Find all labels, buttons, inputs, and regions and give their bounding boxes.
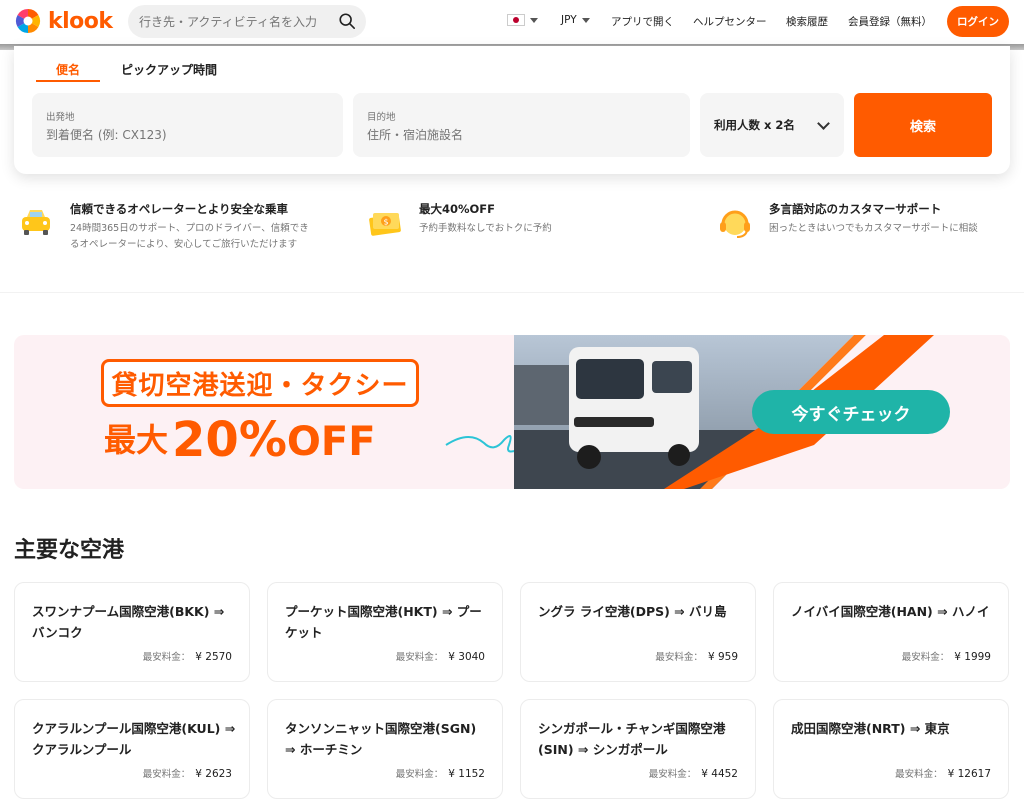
passenger-count: 利用人数 x 2名 — [714, 118, 795, 132]
top-header: klook JPY アプリで開く ヘルプセンター 検索履歴 会員登録（無料） ロ… — [0, 0, 1024, 46]
airport-card[interactable]: 成田国際空港(NRT) ⇒ 東京 最安料金： ¥ 12617 — [773, 699, 1009, 799]
search-icon[interactable] — [338, 12, 356, 30]
promo-banner[interactable]: 貸切空港送迎・タクシー 最大 20% OFF 今すぐチェック — [14, 335, 1010, 489]
price-label: 最安料金： — [895, 769, 943, 780]
login-button[interactable]: ログイン — [947, 6, 1009, 37]
search-button[interactable]: 検索 — [854, 93, 992, 157]
banner-prefix: 最大 — [104, 421, 169, 459]
price-label: 最安料金： — [655, 652, 703, 663]
search-input[interactable] — [139, 14, 329, 29]
airport-route: プーケット国際空港(HKT) ⇒ プーケット — [285, 604, 482, 640]
airport-card[interactable]: ングラ ライ空港(DPS) ⇒ バリ島 最安料金： ¥ 959 — [520, 582, 756, 682]
destination-label: 目的地 — [367, 112, 396, 123]
price-value: ¥ 4452 — [701, 768, 738, 780]
airport-card[interactable]: ノイバイ国際空港(HAN) ⇒ ハノイ 最安料金： ¥ 1999 — [773, 582, 1009, 682]
tab-pickup-time[interactable]: ピックアップ時間 — [121, 61, 217, 78]
search-history-link[interactable]: 検索履歴 — [786, 14, 828, 29]
active-tab-indicator — [36, 80, 100, 82]
transfer-search-card: 便名 ピックアップ時間 出発地 目的地 利用人数 x 2名 検索 — [14, 46, 1010, 174]
feature-description: 24時間365日のサポート、プロのドライバー、信頼できるオペレーターにより、安心… — [70, 223, 309, 250]
japan-flag-icon — [507, 14, 525, 26]
feature-title: 多言語対応のカスタマーサポート — [769, 202, 942, 216]
origin-field[interactable]: 出発地 — [32, 93, 343, 157]
brand-name: klook — [48, 8, 113, 34]
feature-title: 信頼できるオペレーターとより安全な乗車 — [70, 202, 289, 216]
price-value: ¥ 12617 — [947, 768, 991, 780]
destination-field[interactable]: 目的地 — [353, 93, 690, 157]
chevron-down-icon — [581, 17, 590, 23]
language-selector[interactable] — [507, 14, 538, 26]
airport-route: スワンナプーム国際空港(BKK) ⇒ バンコク — [32, 604, 225, 640]
discount-ticket-icon: $ — [369, 213, 401, 236]
price-label: 最安料金： — [395, 652, 444, 663]
price-label: 最安料金： — [901, 652, 950, 663]
airport-card[interactable]: シンガポール・チャンギ国際空港(SIN) ⇒ シンガポール 最安料金： ¥ 445… — [520, 699, 756, 799]
price-value: ¥ 2623 — [195, 768, 232, 780]
headset-icon — [720, 210, 750, 238]
currency-label: JPY — [561, 14, 577, 26]
banner-discount: 最大 20% OFF — [104, 415, 376, 464]
section-title-airports: 主要な空港 — [14, 538, 125, 563]
chevron-down-icon — [530, 17, 538, 23]
car-icon — [22, 210, 50, 235]
airport-card[interactable]: クアラルンプール国際空港(KUL) ⇒ クアラルンプール 最安料金： ¥ 2623 — [14, 699, 250, 799]
banner-headline: 貸切空港送迎・タクシー — [101, 359, 419, 407]
price-value: ¥ 1999 — [954, 651, 991, 663]
site-search[interactable] — [128, 5, 366, 38]
airport-card[interactable]: プーケット国際空港(HKT) ⇒ プーケット 最安料金： ¥ 3040 — [267, 582, 503, 682]
banner-off-label: OFF — [286, 419, 376, 465]
airport-price: 最安料金： ¥ 2623 — [143, 766, 232, 780]
price-value: ¥ 3040 — [448, 651, 485, 663]
airport-price: 最安料金： ¥ 2570 — [143, 649, 232, 663]
price-label: 最安料金： — [142, 652, 191, 663]
feature-title: 最大40%OFF — [419, 202, 496, 216]
airport-route: シンガポール・チャンギ国際空港(SIN) ⇒ シンガポール — [538, 721, 726, 757]
airport-price: 最安料金： ¥ 12617 — [895, 766, 991, 780]
banner-discount-value: 20% — [172, 412, 287, 468]
airport-card[interactable]: スワンナプーム国際空港(BKK) ⇒ バンコク 最安料金： ¥ 2570 — [14, 582, 250, 682]
airport-route: ングラ ライ空港(DPS) ⇒ バリ島 — [538, 604, 727, 619]
svg-text:$: $ — [383, 218, 388, 227]
check-now-button[interactable]: 今すぐチェック — [752, 390, 950, 434]
klook-logo-icon — [15, 8, 41, 33]
section-divider — [0, 292, 1024, 293]
airport-route: 成田国際空港(NRT) ⇒ 東京 — [791, 721, 950, 736]
airport-route: タンソンニャット国際空港(SGN) ⇒ ホーチミン — [285, 721, 477, 757]
klook-logo[interactable]: klook — [14, 7, 113, 35]
airport-price: 最安料金： ¥ 1999 — [902, 649, 991, 663]
chevron-down-icon — [817, 117, 830, 130]
destination-input[interactable] — [367, 128, 676, 142]
airport-card[interactable]: タンソンニャット国際空港(SGN) ⇒ ホーチミン 最安料金： ¥ 1152 — [267, 699, 503, 799]
airport-route: ノイバイ国際空港(HAN) ⇒ ハノイ — [791, 604, 990, 619]
flight-number-input[interactable] — [46, 128, 329, 142]
price-label: 最安料金： — [395, 769, 444, 780]
airport-price: 最安料金： ¥ 3040 — [396, 649, 485, 663]
currency-selector[interactable]: JPY — [561, 14, 590, 26]
feature-description: 困ったときはいつでもカスタマーサポートに相談 — [769, 223, 978, 234]
airport-route: クアラルンプール国際空港(KUL) ⇒ クアラルンプール — [32, 721, 236, 757]
signup-link[interactable]: 会員登録（無料） — [848, 14, 932, 29]
feature-description: 予約手数料なしでおトクに予約 — [419, 223, 552, 234]
price-value: ¥ 959 — [707, 651, 738, 663]
open-in-app-link[interactable]: アプリで開く — [611, 14, 674, 29]
airport-price: 最安料金： ¥ 959 — [655, 649, 738, 663]
origin-label: 出発地 — [46, 112, 75, 123]
airport-price: 最安料金： ¥ 4452 — [649, 766, 738, 780]
price-value: ¥ 2570 — [195, 651, 232, 663]
tab-flight-number[interactable]: 便名 — [36, 61, 100, 78]
help-center-link[interactable]: ヘルプセンター — [693, 14, 767, 29]
airport-price: 最安料金： ¥ 1152 — [396, 766, 485, 780]
price-label: 最安料金： — [648, 769, 697, 780]
price-label: 最安料金： — [142, 769, 191, 780]
price-value: ¥ 1152 — [448, 768, 485, 780]
passenger-selector[interactable]: 利用人数 x 2名 — [700, 93, 844, 157]
